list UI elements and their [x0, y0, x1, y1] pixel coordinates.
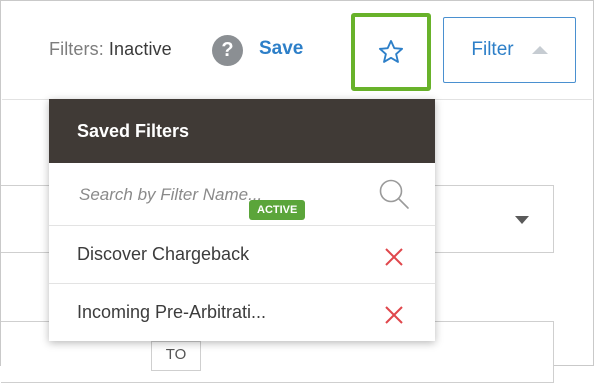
filters-status-prefix: Filters:	[49, 39, 104, 59]
filter-button-label: Filter	[471, 39, 514, 60]
save-filter-link[interactable]: Save	[259, 38, 303, 60]
caret-down-icon	[515, 216, 529, 224]
close-icon[interactable]	[383, 304, 405, 326]
search-icon[interactable]	[377, 177, 411, 211]
filters-status-value: Inactive	[108, 39, 172, 59]
caret-up-icon	[531, 46, 548, 54]
saved-filter-item[interactable]: Discover Chargeback	[49, 226, 435, 284]
filter-toggle-button[interactable]: Filter	[443, 17, 576, 83]
saved-filter-label: Discover Chargeback	[77, 244, 250, 264]
saved-filters-dropdown: Saved Filters Discover Chargeback Incomi…	[49, 99, 435, 341]
date-to-label: TO	[151, 341, 201, 371]
filter-name-search-input[interactable]	[77, 179, 371, 211]
saved-filter-label: Incoming Pre-Arbitrati...	[77, 302, 267, 322]
star-icon	[378, 39, 404, 63]
close-icon[interactable]	[383, 246, 405, 268]
active-status-badge: ACTIVE	[249, 200, 306, 220]
saved-filter-item[interactable]: Incoming Pre-Arbitrati...	[49, 284, 435, 341]
help-icon[interactable]: ?	[212, 35, 243, 66]
app-frame: Filters: Inactive ? Save Filter TO Saved…	[0, 0, 594, 383]
filters-status: Filters: Inactive	[49, 39, 172, 60]
saved-filters-search	[49, 163, 435, 226]
saved-filters-star-button[interactable]	[351, 13, 431, 91]
saved-filters-title: Saved Filters	[49, 99, 435, 163]
